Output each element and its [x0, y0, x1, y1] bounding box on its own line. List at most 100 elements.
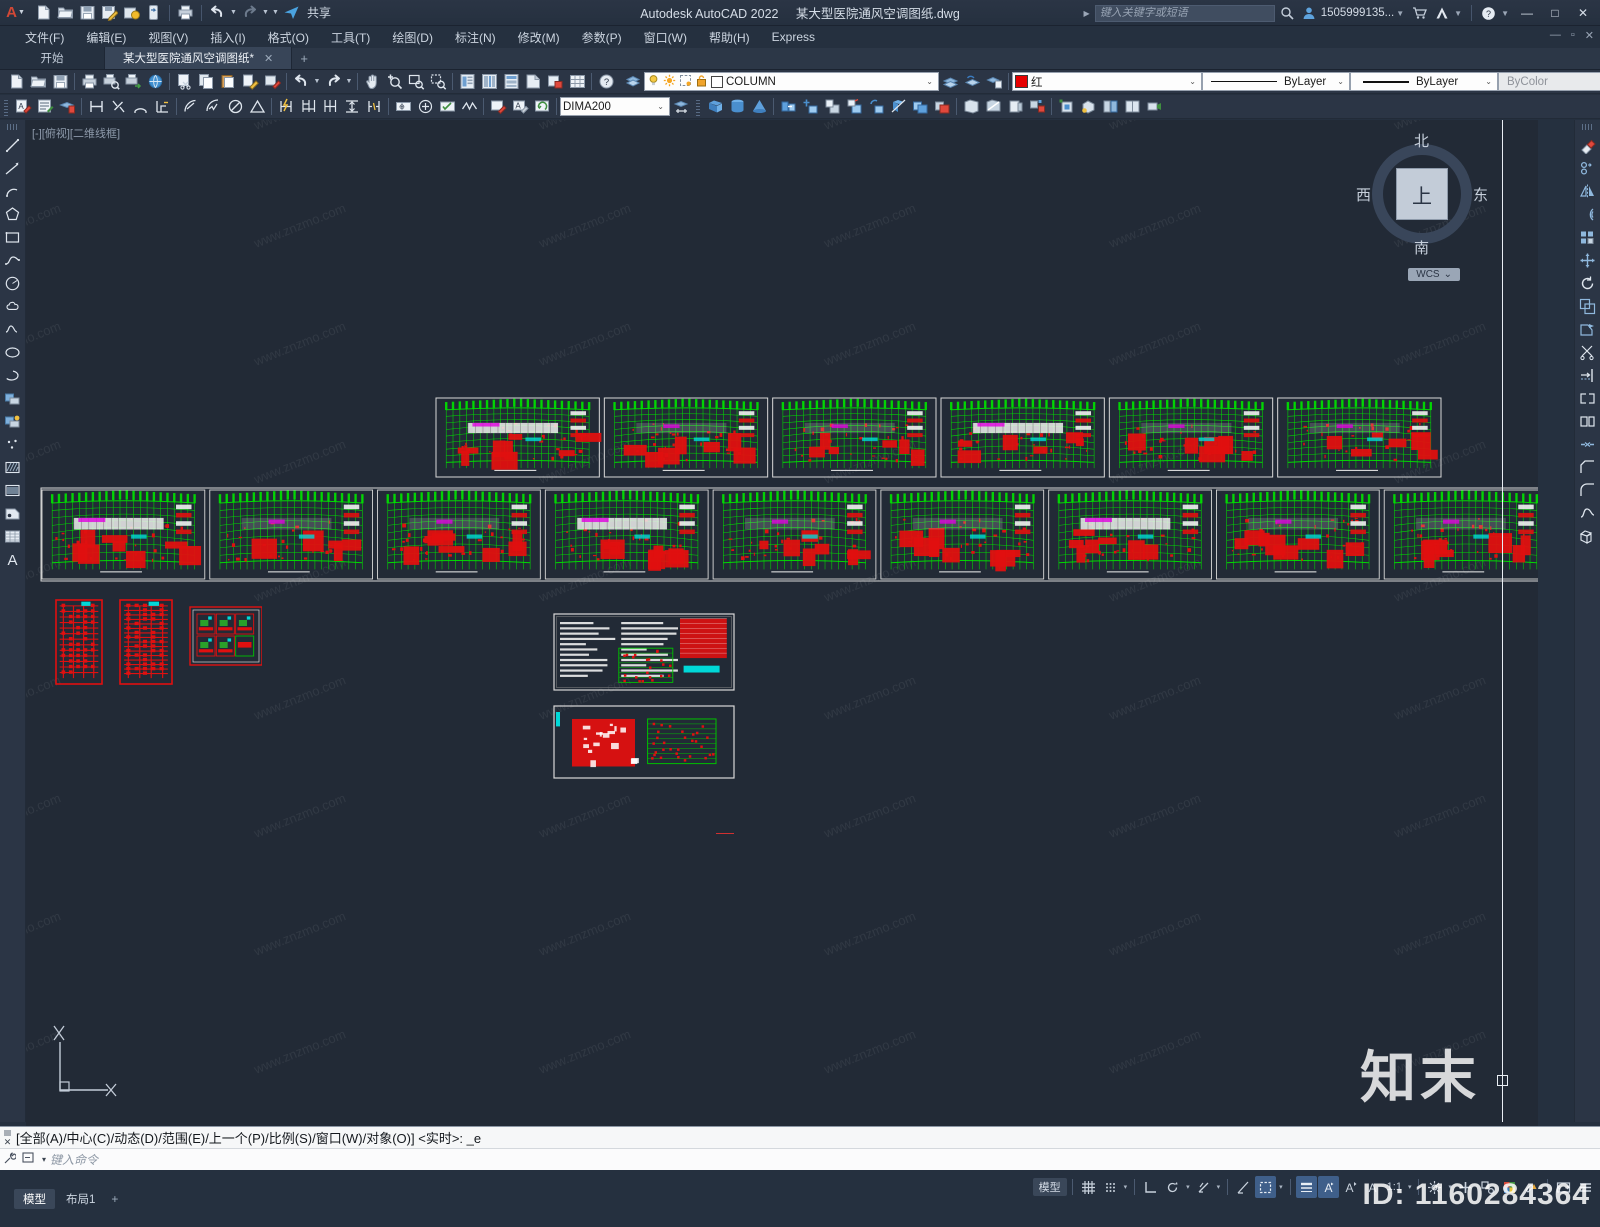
union-icon[interactable]	[909, 96, 931, 117]
doc-restore-button[interactable]: ▫	[1571, 29, 1575, 42]
dimstyle-control[interactable]: DIMA200 ⌄	[560, 97, 670, 116]
create-block-icon[interactable]	[2, 410, 24, 432]
view-cube-north[interactable]: 北	[1414, 130, 1429, 151]
lineweight-toggle[interactable]	[1295, 1176, 1317, 1198]
menu-window[interactable]: 窗口(W)	[633, 27, 698, 48]
save-to-cloud-button[interactable]	[121, 2, 142, 23]
snap-chevron-icon[interactable]: ▾	[1122, 1183, 1130, 1191]
osnap-chevron-icon[interactable]: ▾	[1215, 1183, 1223, 1191]
polar-tracking-toggle[interactable]	[1162, 1176, 1183, 1198]
save-as-button[interactable]	[99, 2, 120, 23]
maximize-button[interactable]: □	[1542, 1, 1568, 25]
view-cube-west[interactable]: 西	[1356, 184, 1371, 205]
plot-icon[interactable]	[78, 71, 100, 92]
polar-chevron-icon[interactable]: ▾	[1184, 1183, 1192, 1191]
cart-icon[interactable]	[1409, 3, 1430, 23]
layer-states-icon[interactable]	[983, 71, 1005, 92]
copy-clip-icon[interactable]	[195, 71, 217, 92]
view-cube-east[interactable]: 东	[1473, 184, 1488, 205]
save-drawing-icon[interactable]	[49, 71, 71, 92]
tool-palettes-icon[interactable]	[500, 71, 522, 92]
lineweight-control[interactable]: ByLayer ⌄	[1350, 72, 1498, 91]
search-icon[interactable]	[1277, 3, 1297, 23]
account-chevron-icon[interactable]: ▼	[1396, 9, 1404, 18]
jogged-dimension-icon[interactable]	[202, 96, 224, 117]
extrude-icon[interactable]	[777, 96, 799, 117]
blend-curves-icon[interactable]	[1577, 502, 1599, 524]
baseline-dimension-icon[interactable]	[297, 96, 319, 117]
command-input-line[interactable]: ▾ 键入命令	[0, 1148, 1600, 1170]
annotation-scale-sync[interactable]: A	[1362, 1176, 1383, 1198]
design-center-icon[interactable]	[478, 71, 500, 92]
tolerance-icon[interactable]: ⊕	[392, 96, 414, 117]
command-close-icon[interactable]: ✕	[0, 1128, 14, 1148]
rectangle-icon[interactable]	[2, 226, 24, 248]
redo-toolbar-icon[interactable]	[322, 71, 344, 92]
add-separator-icon[interactable]	[1455, 1176, 1476, 1198]
move-icon[interactable]	[1577, 249, 1599, 271]
elliptical-arc-icon[interactable]	[2, 364, 24, 386]
undo-toolbar-icon[interactable]	[290, 71, 312, 92]
snap-mode-toggle[interactable]	[1100, 1176, 1121, 1198]
shell-icon[interactable]	[960, 96, 982, 117]
dim-space-icon[interactable]	[341, 96, 363, 117]
cut-icon[interactable]	[173, 71, 195, 92]
dimension-style-icon[interactable]	[56, 96, 78, 117]
auto-scale-toggle[interactable]: A	[1340, 1176, 1361, 1198]
dim-break-icon[interactable]	[363, 96, 385, 117]
inspection-dimension-icon[interactable]	[436, 96, 458, 117]
undo-button[interactable]	[207, 2, 228, 23]
properties-palette-icon[interactable]	[456, 71, 478, 92]
solid-cylinder-icon[interactable]	[726, 96, 748, 117]
hardware-accel-icon[interactable]	[1499, 1176, 1520, 1198]
slice-icon[interactable]	[887, 96, 909, 117]
zoom-previous-icon[interactable]	[427, 71, 449, 92]
doc-minimize-button[interactable]: —	[1550, 29, 1561, 42]
menu-express[interactable]: Express	[761, 28, 826, 46]
help-chevron-icon[interactable]: ▼	[1501, 9, 1509, 18]
make-object-layer-current-icon[interactable]	[939, 71, 961, 92]
command-options-icon[interactable]	[0, 1151, 18, 1168]
dim-update-icon[interactable]	[531, 96, 553, 117]
viewport-config-icon[interactable]	[1121, 96, 1143, 117]
visual-style-icon[interactable]	[1055, 96, 1077, 117]
plot-preview-icon[interactable]	[100, 71, 122, 92]
workspace-chevron-icon[interactable]: ▾	[1446, 1183, 1454, 1191]
new-file-button[interactable]	[33, 2, 54, 23]
object-snap-toggle[interactable]	[1193, 1176, 1214, 1198]
rotate-icon[interactable]	[1577, 272, 1599, 294]
chevron-down-icon[interactable]: ⌄	[1189, 77, 1199, 86]
dim-edit-icon[interactable]	[487, 96, 509, 117]
ordinate-dimension-icon[interactable]	[151, 96, 173, 117]
polyline-icon[interactable]	[2, 157, 24, 179]
spline-icon[interactable]	[2, 249, 24, 271]
3d-move-icon[interactable]	[821, 96, 843, 117]
dynamic-ucs-chevron-icon[interactable]: ▾	[1277, 1183, 1285, 1191]
separate-solids-icon[interactable]	[1026, 96, 1048, 117]
wave-line-icon[interactable]	[2, 318, 24, 340]
workspace-switch-icon[interactable]	[1424, 1176, 1445, 1198]
block-editor-icon[interactable]	[261, 71, 283, 92]
plotstyle-control[interactable]: ByColor	[1498, 72, 1600, 91]
tab-start[interactable]: 开始	[0, 47, 105, 69]
angular-dimension-icon[interactable]	[246, 96, 268, 117]
close-icon[interactable]: ✕	[264, 52, 273, 65]
dynamic-ucs-toggle[interactable]	[1255, 1176, 1277, 1198]
chevron-down-icon[interactable]: ⌄	[926, 77, 936, 86]
menu-format[interactable]: 格式(O)	[257, 27, 320, 48]
hatch-icon[interactable]	[2, 456, 24, 478]
toolbar-grip[interactable]	[695, 97, 702, 116]
text-icon[interactable]: A	[2, 548, 24, 570]
point-icon[interactable]	[2, 433, 24, 455]
markup-set-manager-icon[interactable]	[544, 71, 566, 92]
annotation-visibility-toggle[interactable]: A	[1317, 1176, 1339, 1198]
share-label[interactable]: 共享	[307, 4, 331, 21]
open-from-mobile-button[interactable]	[143, 2, 164, 23]
linetype-control[interactable]: ByLayer ⌄	[1202, 72, 1350, 91]
user-avatar-icon[interactable]	[1299, 3, 1319, 23]
publish-icon[interactable]	[122, 71, 144, 92]
open-file-button[interactable]	[55, 2, 76, 23]
quick-dimension-icon[interactable]	[275, 96, 297, 117]
doc-close-button[interactable]: ✕	[1585, 29, 1594, 42]
open-drawing-icon[interactable]	[27, 71, 49, 92]
